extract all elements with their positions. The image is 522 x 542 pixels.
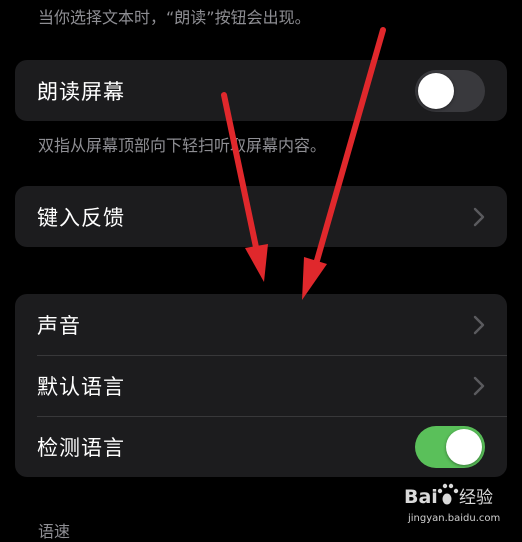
detect-language-row[interactable]: 检测语言 bbox=[15, 416, 507, 477]
speak-screen-row[interactable]: 朗读屏幕 bbox=[15, 60, 507, 121]
typing-feedback-label: 键入反馈 bbox=[37, 205, 125, 230]
chevron-right-icon bbox=[473, 315, 485, 334]
voice-settings-group: 声音 默认语言 检测语言 bbox=[15, 294, 507, 477]
voices-row[interactable]: 声音 bbox=[15, 294, 507, 355]
section-header-speaking-rate: 语速 bbox=[38, 522, 71, 541]
voices-label: 声音 bbox=[37, 313, 81, 338]
toggle-knob bbox=[446, 428, 482, 465]
selection-speak-footnote: 当你选择文本时，“朗读”按钮会出现。 bbox=[38, 8, 311, 27]
baidu-jingyan-watermark: Bai 经验 jingyan.baidu.com bbox=[404, 483, 500, 524]
speak-screen-footnote: 双指从屏幕顶部向下轻扫听取屏幕内容。 bbox=[38, 136, 327, 155]
speak-screen-toggle[interactable] bbox=[415, 69, 485, 112]
typing-feedback-row[interactable]: 键入反馈 bbox=[15, 186, 507, 247]
detect-language-toggle[interactable] bbox=[415, 425, 485, 468]
typing-feedback-group: 键入反馈 bbox=[15, 186, 507, 247]
default-language-row[interactable]: 默认语言 bbox=[15, 355, 507, 416]
svg-text:Bai: Bai bbox=[404, 486, 438, 508]
chevron-right-icon bbox=[473, 207, 485, 226]
svg-text:jingyan.baidu.com: jingyan.baidu.com bbox=[407, 513, 500, 524]
detect-language-label: 检测语言 bbox=[37, 435, 125, 460]
svg-text:经验: 经验 bbox=[459, 488, 493, 508]
speak-screen-group: 朗读屏幕 bbox=[15, 60, 507, 121]
chevron-right-icon bbox=[473, 376, 485, 395]
default-language-label: 默认语言 bbox=[37, 374, 125, 399]
toggle-knob bbox=[418, 72, 454, 109]
speak-screen-label: 朗读屏幕 bbox=[37, 79, 125, 104]
